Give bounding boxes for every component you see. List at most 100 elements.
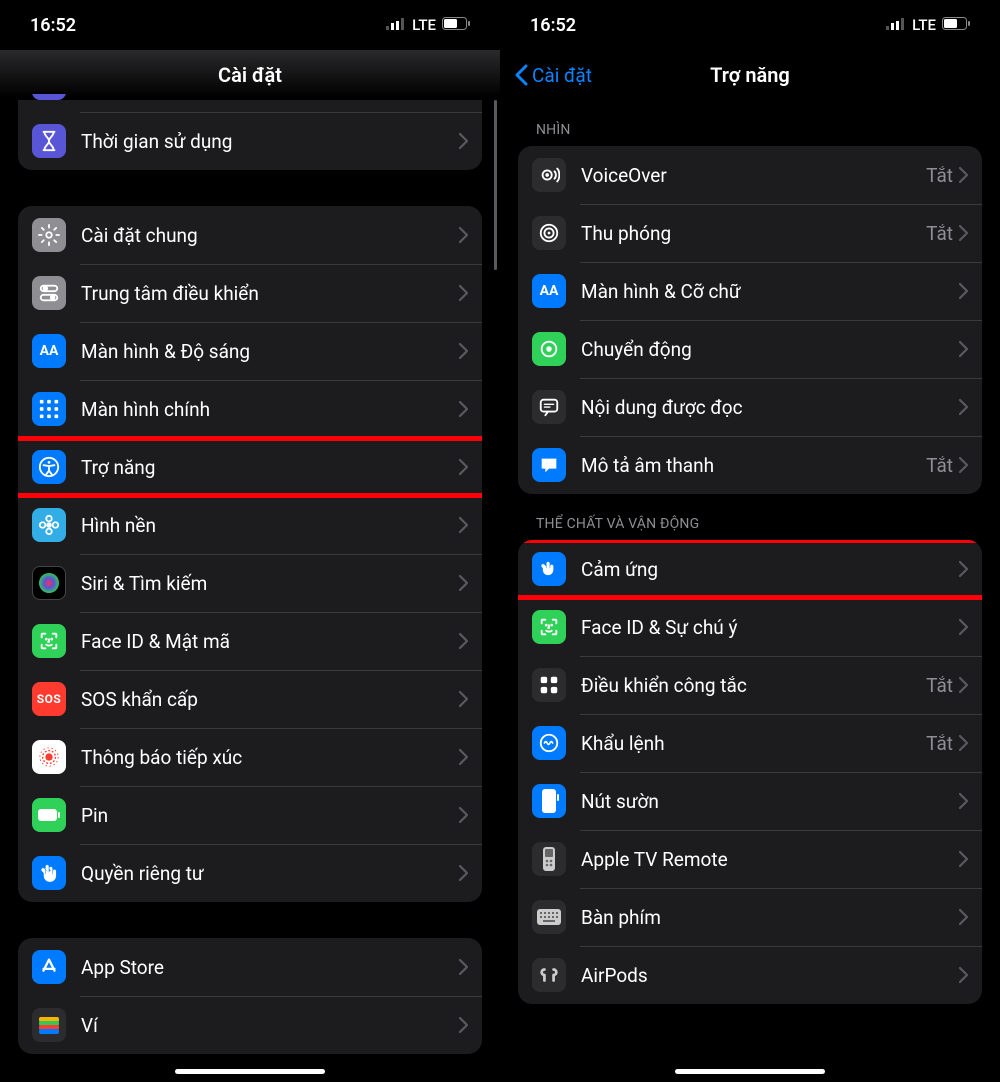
row-appletv[interactable]: Apple TV Remote	[518, 830, 982, 888]
back-button[interactable]: Cài đặt	[514, 64, 592, 87]
row-label: Màn hình & Độ sáng	[81, 340, 459, 363]
row-airpods[interactable]: AirPods	[518, 946, 982, 1004]
accessibility-icon	[32, 450, 66, 484]
row-display[interactable]: AAMàn hình & Độ sáng	[18, 322, 482, 380]
signal-icon	[886, 16, 906, 34]
scroll-indicator[interactable]	[494, 100, 497, 270]
appstore-icon	[32, 950, 66, 984]
grid-icon	[32, 392, 66, 426]
phone-left: 16:52 LTE Cài đặt Tập trungThời gian sử …	[0, 0, 500, 1082]
row-label: Nút sườn	[581, 790, 959, 813]
chevron-right-icon	[959, 793, 968, 809]
faceid-icon	[532, 610, 566, 644]
row-sos[interactable]: SOSSOS khẩn cấp	[18, 670, 482, 728]
row-appstore[interactable]: App Store	[18, 938, 482, 996]
chevron-right-icon	[459, 575, 468, 591]
airpods-icon	[532, 958, 566, 992]
chevron-right-icon	[959, 909, 968, 925]
row-voiceover[interactable]: VoiceOverTắt	[518, 146, 982, 204]
motion-icon	[532, 332, 566, 366]
row-privacy[interactable]: Quyền riêng tư	[18, 844, 482, 902]
network-label: LTE	[912, 16, 936, 34]
row-label: Cảm ứng	[581, 558, 959, 581]
touch-icon	[532, 552, 566, 586]
section-header: NHÌN	[536, 122, 982, 138]
row-faceatt[interactable]: Face ID & Sự chú ý	[518, 598, 982, 656]
row-motion[interactable]: Chuyển động	[518, 320, 982, 378]
row-general[interactable]: Cài đặt chung	[18, 206, 482, 264]
voice-icon	[532, 726, 566, 760]
row-label: Siri & Tìm kiếm	[81, 572, 459, 595]
row-accessibility[interactable]: Trợ năng	[18, 438, 482, 496]
row-touch[interactable]: Cảm ứng	[518, 540, 982, 598]
chevron-right-icon	[459, 1017, 468, 1033]
home-indicator[interactable]	[175, 1069, 325, 1074]
siri-icon	[32, 566, 66, 600]
row-audiodesc[interactable]: Mô tả âm thanhTắt	[518, 436, 982, 494]
exposure-icon	[32, 740, 66, 774]
row-label: VoiceOver	[581, 164, 926, 187]
row-siri[interactable]: Siri & Tìm kiếm	[18, 554, 482, 612]
row-displaytext[interactable]: AAMàn hình & Cỡ chữ	[518, 262, 982, 320]
flower-icon	[32, 508, 66, 542]
chevron-right-icon	[959, 457, 968, 473]
chevron-right-icon	[959, 967, 968, 983]
settings-group-store: App Store Ví	[18, 938, 482, 1054]
bubble-icon	[532, 448, 566, 482]
chevron-right-icon	[459, 285, 468, 301]
row-spoken[interactable]: Nội dung được đọc	[518, 378, 982, 436]
chevron-right-icon	[459, 865, 468, 881]
chevron-right-icon	[459, 343, 468, 359]
chevron-right-icon	[459, 691, 468, 707]
hand-icon	[32, 856, 66, 890]
row-wallpaper[interactable]: Hình nền	[18, 496, 482, 554]
chevron-right-icon	[959, 167, 968, 183]
row-value: Tắt	[926, 222, 953, 245]
row-label: AirPods	[581, 964, 959, 987]
hourglass-icon	[32, 124, 66, 158]
row-switch[interactable]: Điều khiển công tắcTắt	[518, 656, 982, 714]
chevron-right-icon	[459, 517, 468, 533]
chevron-right-icon	[459, 959, 468, 975]
row-controlcenter[interactable]: Trung tâm điều khiển	[18, 264, 482, 322]
row-label: Chuyển động	[581, 338, 959, 361]
row-label: Thời gian sử dụng	[81, 130, 459, 153]
row-value: Tắt	[926, 164, 953, 187]
row-faceid[interactable]: Face ID & Mật mã	[18, 612, 482, 670]
row-exposure[interactable]: Thông báo tiếp xúc	[18, 728, 482, 786]
row-label: Tập trung	[81, 94, 459, 95]
row-label: SOS khẩn cấp	[81, 688, 459, 711]
chevron-right-icon	[959, 561, 968, 577]
row-homescreen[interactable]: Màn hình chính	[18, 380, 482, 438]
row-label: App Store	[81, 956, 459, 979]
row-label: Khẩu lệnh	[581, 732, 926, 755]
network-label: LTE	[412, 16, 436, 34]
row-zoom[interactable]: Thu phóngTắt	[518, 204, 982, 262]
row-battery[interactable]: Pin	[18, 786, 482, 844]
settings-group-general: Cài đặt chung Trung tâm điều khiểnAAMàn h…	[18, 206, 482, 902]
aa-icon: AA	[532, 274, 566, 308]
row-keyboard[interactable]: Bàn phím	[518, 888, 982, 946]
row-label: Bàn phím	[581, 906, 959, 929]
row-focus[interactable]: Tập trung	[18, 94, 482, 112]
keyboard-icon	[532, 900, 566, 934]
row-screentime[interactable]: Thời gian sử dụng	[18, 112, 482, 170]
row-label: Hình nền	[81, 514, 459, 537]
chevron-right-icon	[959, 225, 968, 241]
page-title: Cài đặt	[218, 63, 282, 87]
row-label: Apple TV Remote	[581, 848, 959, 871]
speech-icon	[532, 390, 566, 424]
row-label: Cài đặt chung	[81, 224, 459, 247]
settings-scroll[interactable]: Tập trung Thời gian sử dụng Cài đặt chung…	[0, 94, 500, 1076]
settings-group: VoiceOverTắtThu phóngTắtAAMàn hình & Cỡ …	[518, 146, 982, 494]
battery-icon	[32, 798, 66, 832]
row-sidebutton[interactable]: Nút sườn	[518, 772, 982, 830]
home-indicator[interactable]	[675, 1069, 825, 1074]
status-right: LTE	[886, 16, 970, 34]
chevron-right-icon	[959, 619, 968, 635]
row-label: Pin	[81, 804, 459, 827]
row-voicectrl[interactable]: Khẩu lệnhTắt	[518, 714, 982, 772]
accessibility-scroll[interactable]: NHÌNVoiceOverTắtThu phóngTắtAAMàn hình &…	[500, 100, 1000, 1082]
row-wallet[interactable]: Ví	[18, 996, 482, 1054]
phone-right: 16:52 LTE Cài đặt Trợ năng NHÌNVoiceOver…	[500, 0, 1000, 1082]
